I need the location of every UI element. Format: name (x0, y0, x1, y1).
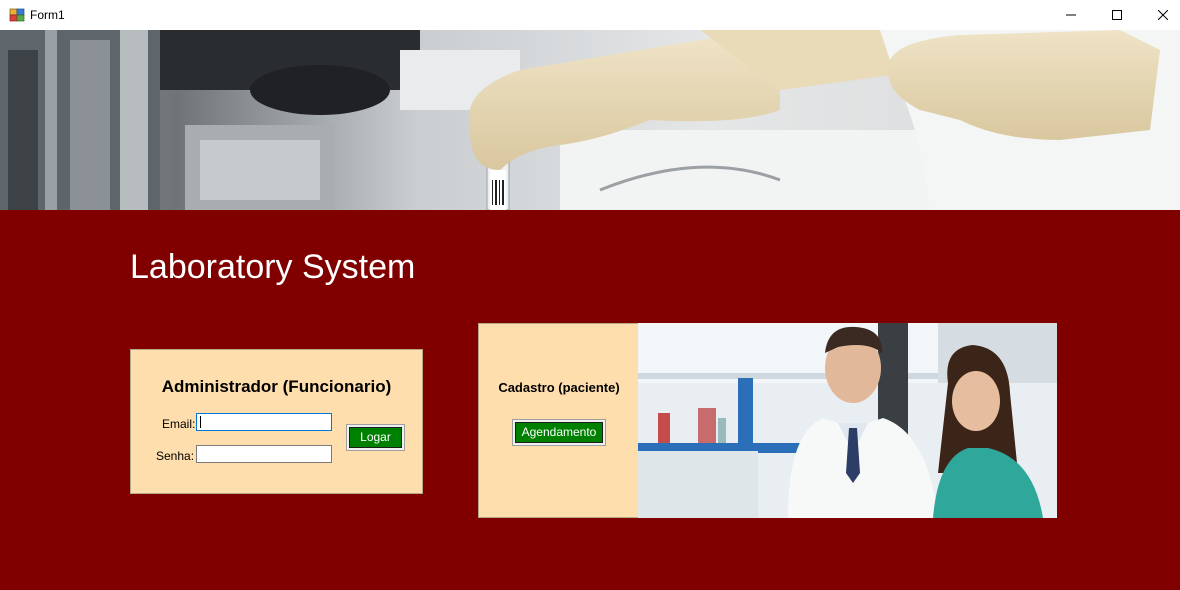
page-title: Laboratory System (130, 248, 416, 286)
app-icon (9, 7, 25, 23)
minimize-icon (1066, 14, 1076, 16)
logar-button[interactable]: Logar (347, 425, 404, 450)
maximize-button[interactable] (1094, 0, 1140, 30)
close-icon (1158, 10, 1168, 20)
agendamento-button[interactable]: Agendamento (513, 420, 605, 445)
minimize-button[interactable] (1048, 0, 1094, 30)
maximize-icon (1112, 10, 1122, 20)
email-label: Email: (162, 417, 196, 431)
close-button[interactable] (1140, 0, 1180, 30)
login-panel: Administrador (Funcionario) Email: Senha… (130, 349, 423, 494)
lab-banner-image (0, 30, 1180, 210)
window-titlebar: Form1 (0, 0, 1180, 30)
login-heading: Administrador (Funcionario) (161, 377, 392, 396)
senha-field[interactable] (196, 445, 332, 463)
window-title: Form1 (30, 8, 65, 22)
text-caret (200, 416, 201, 428)
cadastro-panel: Cadastro (paciente) Agendamento (478, 323, 638, 518)
email-field[interactable] (196, 413, 332, 431)
cadastro-heading: Cadastro (paciente) (498, 380, 620, 395)
senha-label: Senha: (156, 449, 195, 463)
main-area: Laboratory System Administrador (Funcion… (0, 210, 1180, 590)
doctor-patient-photo (638, 323, 1057, 518)
